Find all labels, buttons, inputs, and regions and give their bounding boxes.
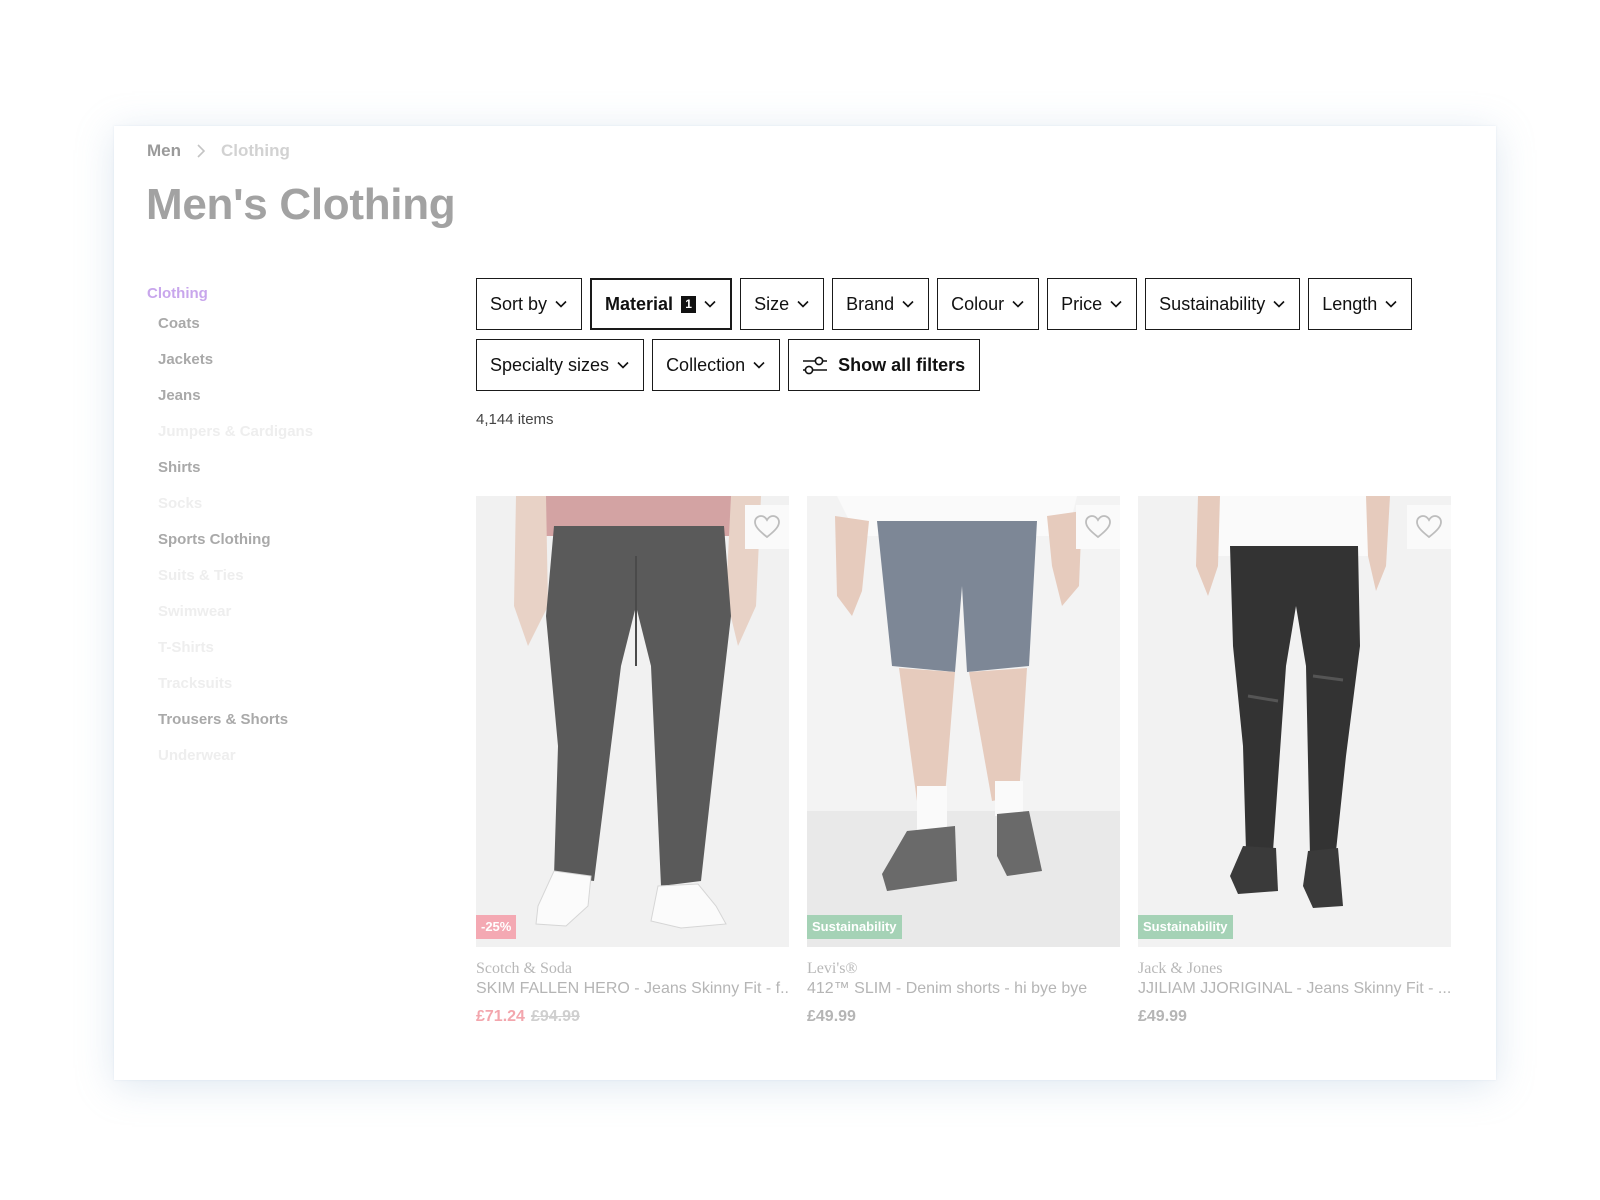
chevron-down-icon: [1012, 300, 1024, 308]
sliders-icon: [802, 355, 828, 375]
sidebar-heading-clothing[interactable]: Clothing: [147, 283, 407, 305]
breadcrumb-clothing[interactable]: Clothing: [221, 141, 290, 161]
sidebar-item-shirts[interactable]: Shirts: [147, 449, 407, 485]
product-name[interactable]: SKIM FALLEN HERO - Jeans Skinny Fit - f.…: [476, 980, 789, 998]
jeans-photo-illustration: [1138, 496, 1451, 947]
collection-filter-button[interactable]: Collection: [652, 339, 781, 391]
product-sale-price: £71.24: [476, 1008, 525, 1025]
colour-label: Colour: [951, 293, 1005, 314]
product-name[interactable]: JJILIAM JJORIGINAL - Jeans Skinny Fit - …: [1138, 980, 1451, 998]
sidebar-item-coats[interactable]: Coats: [147, 305, 407, 341]
chevron-down-icon: [555, 300, 567, 308]
sidebar-item-jumpers-cardigans[interactable]: Jumpers & Cardigans: [147, 413, 407, 449]
specialty-sizes-label: Specialty sizes: [490, 354, 610, 375]
show-all-filters-button[interactable]: Show all filters: [788, 339, 981, 391]
chevron-down-icon: [704, 300, 716, 308]
length-label: Length: [1322, 293, 1378, 314]
product-price: £49.99: [1138, 1008, 1187, 1025]
chevron-down-icon: [753, 361, 765, 369]
item-count: 4,144 items: [476, 411, 554, 428]
wishlist-heart-button[interactable]: [1407, 505, 1451, 549]
category-sidebar: Clothing Coats Jackets Jeans Jumpers & Card…: [147, 283, 407, 773]
sidebar-list: Coats Jackets Jeans Jumpers & Cardigans Shir…: [147, 305, 407, 773]
sidebar-item-swimwear[interactable]: Swimwear: [147, 593, 407, 629]
material-label: Material: [605, 293, 674, 314]
price-label: Price: [1061, 293, 1103, 314]
chevron-right-icon: [197, 144, 205, 158]
sustainability-filter-button[interactable]: Sustainability: [1145, 278, 1301, 330]
product-grid: -25% Scotch & Soda SKIM FALLEN HERO - Je…: [476, 496, 1451, 1026]
sustainability-label: Sustainability: [1159, 293, 1266, 314]
sustainability-badge: Sustainability: [1138, 915, 1233, 939]
breadcrumb: Men Clothing: [147, 140, 290, 162]
show-all-filters-label: Show all filters: [838, 354, 966, 375]
product-image[interactable]: -25%: [476, 496, 789, 947]
heart-icon: [1416, 515, 1442, 539]
product-image[interactable]: Sustainability: [1138, 496, 1451, 947]
chevron-down-icon: [617, 361, 629, 369]
discount-badge: -25%: [476, 915, 517, 939]
product-card[interactable]: -25% Scotch & Soda SKIM FALLEN HERO - Je…: [476, 496, 789, 1026]
sort-by-button[interactable]: Sort by: [476, 278, 583, 330]
chevron-down-icon: [1110, 300, 1122, 308]
sort-by-label: Sort by: [490, 293, 548, 314]
filter-row-1: Sort by Material 1 Size Brand Colour Pri…: [476, 278, 1476, 330]
product-name[interactable]: 412™ SLIM - Denim shorts - hi bye bye: [807, 980, 1120, 998]
product-image[interactable]: Sustainability: [807, 496, 1120, 947]
material-count-badge: 1: [681, 295, 697, 313]
chevron-down-icon: [797, 300, 809, 308]
product-brand: Scotch & Soda: [476, 960, 572, 977]
sidebar-item-sports-clothing[interactable]: Sports Clothing: [147, 521, 407, 557]
product-prices: £71.24 £94.99: [476, 1008, 789, 1026]
breadcrumb-men[interactable]: Men: [147, 141, 181, 161]
product-card[interactable]: Sustainability Jack & Jones JJILIAM JJOR…: [1138, 496, 1451, 1026]
sidebar-item-jackets[interactable]: Jackets: [147, 341, 407, 377]
sidebar-item-tracksuits[interactable]: Tracksuits: [147, 665, 407, 701]
chevron-down-icon: [1385, 300, 1397, 308]
sidebar-item-suits-ties[interactable]: Suits & Ties: [147, 557, 407, 593]
filter-row-2: Specialty sizes Collection Show all filt…: [476, 339, 1476, 391]
material-filter-button[interactable]: Material 1: [590, 278, 733, 330]
wishlist-heart-button[interactable]: [1076, 505, 1120, 549]
jeans-photo-illustration: [476, 496, 789, 947]
length-filter-button[interactable]: Length: [1308, 278, 1413, 330]
brand-label: Brand: [846, 293, 895, 314]
specialty-sizes-filter-button[interactable]: Specialty sizes: [476, 339, 645, 391]
product-brand: Levi's®: [807, 960, 858, 977]
colour-filter-button[interactable]: Colour: [937, 278, 1040, 330]
page-title: Men's Clothing: [146, 180, 456, 229]
sidebar-item-jeans[interactable]: Jeans: [147, 377, 407, 413]
size-label: Size: [754, 293, 790, 314]
sustainability-badge: Sustainability: [807, 915, 902, 939]
price-filter-button[interactable]: Price: [1047, 278, 1138, 330]
sidebar-item-t-shirts[interactable]: T-Shirts: [147, 629, 407, 665]
shorts-photo-illustration: [807, 496, 1120, 947]
heart-icon: [1085, 515, 1111, 539]
product-prices: £49.99: [1138, 1008, 1451, 1026]
collection-label: Collection: [666, 354, 746, 375]
brand-filter-button[interactable]: Brand: [832, 278, 930, 330]
page-card: Men Clothing Men's Clothing Clothing Coa…: [114, 126, 1496, 1080]
product-prices: £49.99: [807, 1008, 1120, 1026]
heart-icon: [754, 515, 780, 539]
product-original-price: £94.99: [530, 1008, 580, 1025]
chevron-down-icon: [1273, 300, 1285, 308]
sidebar-item-underwear[interactable]: Underwear: [147, 737, 407, 773]
filter-bar: Sort by Material 1 Size Brand Colour Pri…: [476, 278, 1476, 400]
size-filter-button[interactable]: Size: [740, 278, 825, 330]
product-brand: Jack & Jones: [1138, 960, 1223, 977]
chevron-down-icon: [902, 300, 914, 308]
wishlist-heart-button[interactable]: [745, 505, 789, 549]
sidebar-item-trousers-shorts[interactable]: Trousers & Shorts: [147, 701, 407, 737]
product-card[interactable]: Sustainability Levi's® 412™ SLIM - Denim…: [807, 496, 1120, 1026]
product-price: £49.99: [807, 1008, 856, 1025]
sidebar-item-socks[interactable]: Socks: [147, 485, 407, 521]
